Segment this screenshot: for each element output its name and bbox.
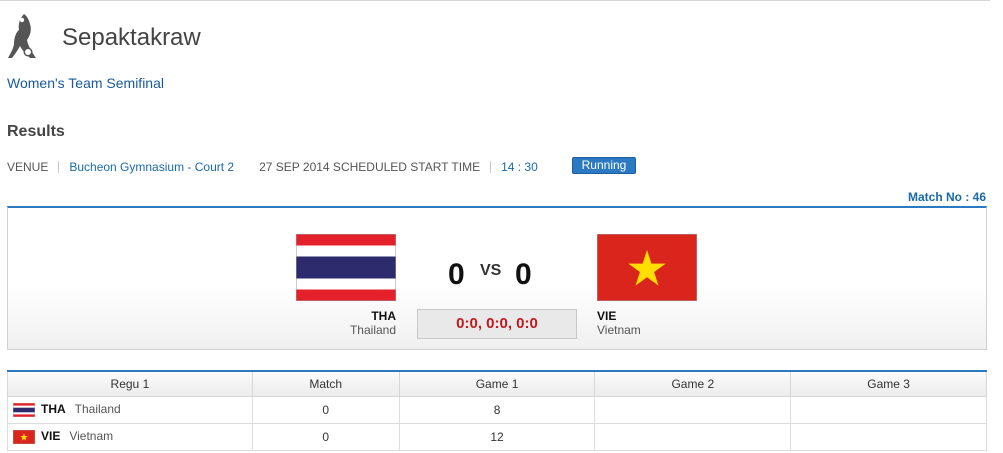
divider (58, 161, 60, 173)
match-cell: 0 (251, 395, 400, 424)
set-scores: 0:0, 0:0, 0:0 (417, 309, 577, 339)
table-header-row: Regu 1 Match Game 1 Game 2 Game 3 (7, 370, 987, 397)
table-row: THA Thailand 0 8 (7, 395, 987, 424)
column-header: Game 2 (594, 370, 792, 397)
venue-name: Bucheon Gymnasium - Court 2 (69, 160, 235, 174)
team-code: VIE (41, 429, 61, 444)
column-header: Game 1 (398, 370, 596, 397)
table-row: VIE Vietnam 0 12 (7, 422, 987, 451)
away-team-name: Vietnam (597, 323, 641, 337)
match-cell: 0 (251, 422, 400, 451)
home-team-code: THA (371, 309, 396, 323)
event-link[interactable]: Women's Team Semifinal (7, 75, 164, 91)
venue-info: VENUE Bucheon Gymnasium - Court 2 27 SEP… (7, 159, 538, 175)
column-header: Game 3 (790, 370, 987, 397)
team-code: THA (41, 402, 66, 417)
away-team-code: VIE (597, 309, 617, 323)
sport-title: Sepaktakraw (62, 24, 201, 51)
thailand-flag-icon (296, 234, 396, 301)
match-number: Match No : 46 (907, 190, 986, 204)
status-badge: Running (572, 157, 636, 174)
vietnam-flag-icon (597, 234, 697, 301)
vs-label: VS (480, 262, 502, 279)
team-cell: THA Thailand (7, 395, 253, 424)
venue-label: VENUE (7, 160, 49, 174)
start-time-label: 27 SEP 2014 SCHEDULED START TIME (259, 160, 481, 174)
game2-cell (594, 422, 792, 451)
start-time: 14 : 30 (501, 160, 538, 174)
home-score: 0 (448, 258, 465, 291)
results-heading: Results (7, 123, 65, 140)
team-cell: VIE Vietnam (7, 422, 253, 451)
away-score: 0 (515, 258, 532, 291)
home-team-name: Thailand (349, 323, 396, 337)
column-header: Regu 1 (7, 370, 253, 397)
column-header: Match (251, 370, 400, 397)
game1-cell: 8 (398, 395, 596, 424)
game3-cell (790, 395, 987, 424)
team-name: Thailand (74, 402, 121, 417)
vietnam-flag-icon (13, 429, 35, 444)
game3-cell (790, 422, 987, 451)
top-divider (0, 0, 990, 1)
divider (490, 161, 492, 173)
sepaktakraw-pictogram-icon (8, 14, 36, 58)
game1-cell: 12 (398, 422, 596, 451)
team-name: Vietnam (69, 429, 114, 444)
results-table: Regu 1 Match Game 1 Game 2 Game 3 THA Tha… (7, 370, 987, 451)
thailand-flag-icon (13, 402, 35, 417)
game2-cell (594, 395, 792, 424)
